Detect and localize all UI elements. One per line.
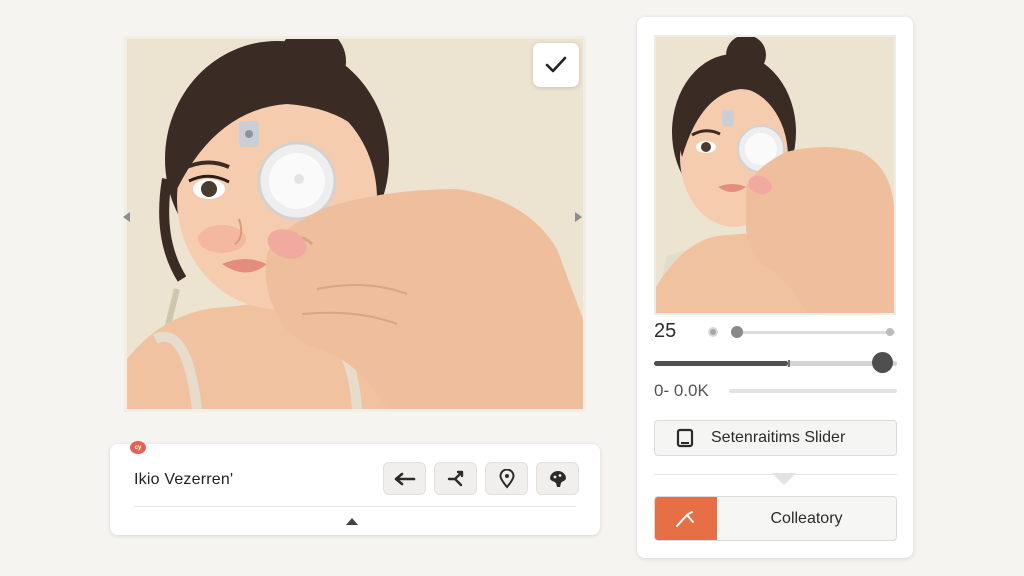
caret-down-icon bbox=[772, 473, 796, 485]
category-control: Colleatory bbox=[654, 496, 897, 541]
location-pin-icon bbox=[498, 468, 515, 489]
preview-illustration bbox=[656, 37, 894, 313]
preview-thumbnail bbox=[654, 35, 896, 315]
strength-slider[interactable] bbox=[654, 352, 897, 374]
palette-tool-button[interactable] bbox=[536, 462, 579, 495]
mode-select-button[interactable]: Setenraitims Slider bbox=[654, 420, 897, 456]
tablet-icon bbox=[675, 428, 695, 448]
toolbar-divider bbox=[134, 506, 576, 507]
palette-icon bbox=[549, 470, 566, 487]
next-image-button[interactable] bbox=[571, 210, 585, 224]
strength-slider-marker bbox=[787, 360, 790, 367]
arrow-left-icon bbox=[394, 472, 415, 485]
arrow-right-icon bbox=[575, 212, 582, 222]
strength-slider-fill bbox=[654, 361, 788, 366]
intensity-slider-thumb[interactable] bbox=[731, 326, 743, 338]
back-tool-button[interactable] bbox=[383, 462, 426, 495]
intensity-slider-track[interactable] bbox=[735, 331, 895, 334]
notification-badge: cy bbox=[130, 441, 146, 454]
confirm-button[interactable] bbox=[533, 43, 579, 87]
expand-toolbar-button[interactable] bbox=[344, 516, 360, 526]
mode-select-label: Setenraitims Slider bbox=[711, 429, 846, 446]
slider-max-indicator bbox=[886, 328, 894, 336]
strength-slider-thumb[interactable] bbox=[872, 352, 894, 373]
value-readout: 25 bbox=[654, 320, 677, 342]
collapse-panel-button[interactable] bbox=[771, 472, 797, 486]
split-tool-button[interactable] bbox=[434, 462, 477, 495]
split-arrows-icon bbox=[447, 470, 463, 486]
editor-toolbar: Ikio Vezerren' bbox=[110, 444, 600, 535]
adjustment-panel: 25 0- 0.0K Setenraitims Slider Colleator… bbox=[637, 17, 913, 558]
portrait-illustration bbox=[127, 39, 583, 409]
checkmark-icon bbox=[545, 56, 567, 73]
arrow-left-icon bbox=[123, 212, 130, 222]
slider-min-indicator bbox=[708, 327, 718, 337]
location-tool-button[interactable] bbox=[485, 462, 528, 495]
toolbar-title: Ikio Vezerren' bbox=[134, 471, 234, 488]
range-readout: 0- 0.0K bbox=[654, 381, 709, 400]
category-select-button[interactable]: Colleatory bbox=[717, 497, 896, 540]
caret-up-icon bbox=[346, 517, 358, 525]
previous-image-button[interactable] bbox=[120, 210, 134, 224]
brush-icon bbox=[676, 510, 694, 527]
category-tool-button[interactable] bbox=[655, 497, 717, 540]
main-photo-canvas[interactable] bbox=[124, 36, 586, 412]
range-slider-track[interactable] bbox=[729, 389, 897, 393]
